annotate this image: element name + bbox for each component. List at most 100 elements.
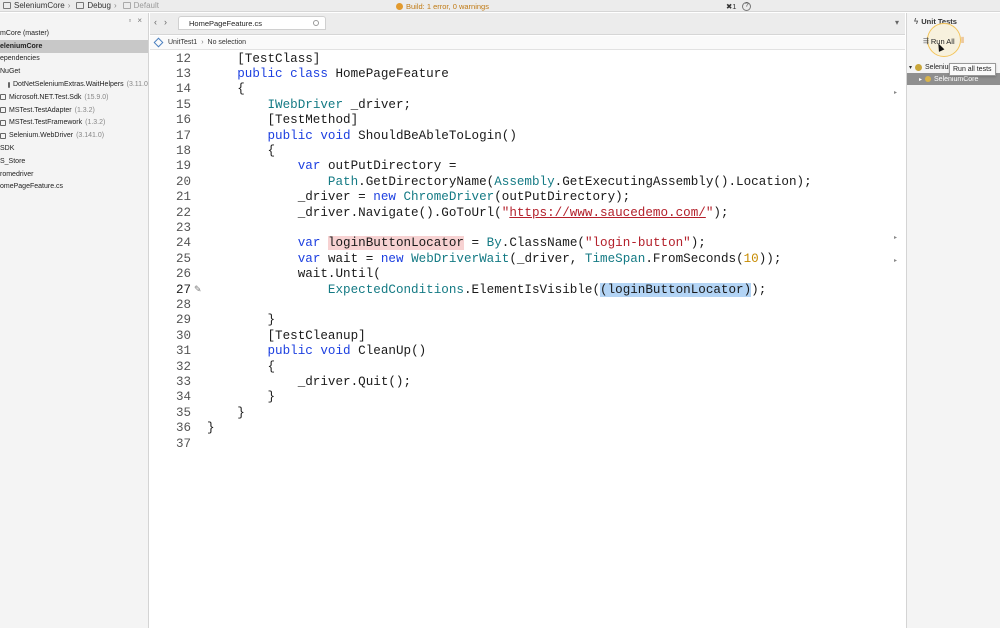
tree-item[interactable]: MSTest.TestAdapter (1.3.2) (0, 104, 148, 117)
code-line[interactable]: 22 _driver.Navigate().GoToUrl("https://w… (150, 205, 890, 220)
tree-item[interactable]: mCore (master) (0, 27, 148, 40)
tree-item[interactable]: omePageFeature.cs (0, 181, 148, 194)
tree-item-label: SDK (0, 145, 15, 153)
code-token: _driver.Navigate().GoToUrl( (207, 205, 502, 220)
code-line[interactable]: 23 (150, 220, 890, 235)
code-line[interactable]: 19 var outPutDirectory = (150, 159, 890, 174)
code-token: _driver; (343, 97, 412, 112)
code-line[interactable]: 29 } (150, 313, 890, 328)
build-status-text: Build: 1 error, 0 warnings (406, 1, 489, 11)
line-number: 21 (175, 190, 191, 205)
device-selector[interactable]: Default (120, 0, 162, 12)
tree-item-label: romedriver (0, 170, 34, 178)
code-token: ); (713, 205, 729, 220)
code-token: } (207, 405, 245, 420)
code-token: new (373, 190, 404, 205)
code-line[interactable]: 16 [TestMethod] (150, 113, 890, 128)
class-icon (153, 37, 164, 48)
code-line[interactable]: 25 var wait = new WebDriverWait(_driver,… (150, 251, 890, 266)
solution-selector[interactable]: SeleniumCore › (0, 0, 73, 12)
code-token: By (486, 236, 502, 251)
code-token: ChromeDriver (403, 190, 495, 205)
tree-item[interactable]: DotNetSeleniumExtras.WaitHelpers (3.11.0) (0, 78, 148, 91)
tree-item[interactable]: SDK (0, 142, 148, 155)
code-text: var wait = new WebDriverWait(_driver, Ti… (207, 251, 782, 266)
code-token: _driver.Quit(); (207, 375, 412, 390)
tree-item[interactable]: Selenium.WebDriver (3.141.0) (0, 129, 148, 142)
chevron-right-icon: › (67, 1, 71, 10)
main-toolbar: SeleniumCore › Debug › Default Build: 1 … (0, 0, 1000, 12)
code-line[interactable]: 33 _driver.Quit(); (150, 374, 890, 389)
back-icon[interactable]: ‹ (154, 17, 157, 27)
tree-item[interactable]: eleniumCore (0, 39, 148, 53)
code-line[interactable]: 18 { (150, 143, 890, 158)
code-text: Path.GetDirectoryName(Assembly.GetExecut… (207, 175, 812, 189)
solution-tree: mCore (master) eleniumCore ependencies NuGe… (0, 27, 148, 193)
code-line[interactable]: 31 public void CleanUp() (150, 344, 890, 359)
code-text: } (207, 390, 275, 404)
code-line[interactable]: 17 public void ShouldBeAbleToLogin() (150, 128, 890, 143)
project-icon (915, 63, 923, 71)
code-line[interactable]: 12 [TestClass] (150, 51, 890, 66)
code-line[interactable]: 28 (150, 297, 890, 312)
code-line[interactable]: 20 Path.GetDirectoryName(Assembly.GetExe… (150, 174, 890, 189)
tree-item[interactable]: Microsoft.NET.Test.Sdk (15.9.0) (0, 91, 148, 104)
minimize-panel-icon[interactable]: ▫ (128, 16, 131, 25)
test-tree-label: SeleniumCore (934, 75, 979, 83)
tree-item-label: eleniumCore (0, 42, 43, 50)
tree-item[interactable]: MSTest.TestFramework (1.3.2) (0, 117, 148, 130)
code-text: { (207, 82, 245, 96)
code-text: { (207, 360, 275, 374)
code-text: IWebDriver _driver; (207, 98, 411, 112)
chevron-right-icon[interactable]: ▸ (919, 76, 922, 83)
code-token: Assembly (494, 174, 555, 189)
package-version: (1.3.2) (74, 106, 95, 114)
code-text: var loginButtonLocator = By.ClassName("l… (207, 236, 706, 251)
tree-item[interactable]: S_Store (0, 155, 148, 168)
code-text: public void ShouldBeAbleToLogin() (207, 129, 516, 143)
stop-icon[interactable]: ⦀ (961, 36, 965, 46)
code-line[interactable]: 30 [TestCleanup] (150, 328, 890, 343)
breadcrumb-member[interactable]: No selection (208, 39, 247, 46)
code-line[interactable]: 21 _driver = new ChromeDriver(outPutDire… (150, 190, 890, 205)
close-panel-icon[interactable]: × (137, 16, 142, 25)
code-text: { (207, 144, 275, 158)
help-icon[interactable]: ? (742, 1, 752, 11)
forward-icon[interactable]: › (164, 17, 167, 27)
tab-homepagefeature[interactable]: HomePageFeature.cs (178, 16, 326, 30)
code-line[interactable]: 15 IWebDriver _driver; (150, 97, 890, 112)
code-line[interactable]: 37 (150, 436, 890, 451)
code-text: } (207, 406, 245, 420)
error-count: 1 (732, 1, 737, 11)
breadcrumb-class[interactable]: UnitTest1 (168, 39, 197, 46)
line-number: 34 (175, 390, 191, 405)
code-token: (loginButtonLocator) (600, 282, 752, 297)
code-line[interactable]: 34 } (150, 390, 890, 405)
code-line[interactable]: 35 } (150, 405, 890, 420)
package-icon (0, 132, 6, 139)
line-number: 25 (175, 251, 191, 266)
configuration-selector[interactable]: Debug › (73, 0, 119, 12)
code-line[interactable]: 32 { (150, 359, 890, 374)
code-token: https://www.saucedemo.com/ (509, 205, 706, 220)
code-line[interactable]: 24 var loginButtonLocator = By.ClassName… (150, 236, 890, 251)
code-line[interactable]: 26 wait.Until( (150, 267, 890, 282)
error-indicator[interactable]: ✖1 (726, 2, 736, 11)
code-line[interactable]: 14 { (150, 82, 890, 97)
code-text: [TestCleanup] (207, 329, 365, 343)
code-text: _driver.Navigate().GoToUrl("https://www.… (207, 206, 729, 220)
tree-item[interactable]: ependencies (0, 53, 148, 66)
code-line[interactable]: 27 ✎ ExpectedConditions.ElementIsVisible(… (150, 282, 890, 297)
code-token: WebDriverWait (411, 251, 510, 266)
code-line[interactable]: 36} (150, 421, 890, 436)
chevron-down-icon[interactable]: ▾ (909, 64, 912, 71)
code-editor[interactable]: 12 [TestClass] 13 public class HomePageFe… (150, 51, 905, 628)
chevron-down-icon[interactable]: ▾ (895, 18, 899, 27)
build-status[interactable]: Build: 1 error, 0 warnings (396, 0, 489, 12)
tree-item[interactable]: NuGet (0, 65, 148, 78)
code-text: _driver.Quit(); (207, 375, 411, 389)
tree-item[interactable]: romedriver (0, 168, 148, 181)
tab-close-icon[interactable] (313, 20, 319, 26)
code-line[interactable]: 13 public class HomePageFeature (150, 66, 890, 81)
